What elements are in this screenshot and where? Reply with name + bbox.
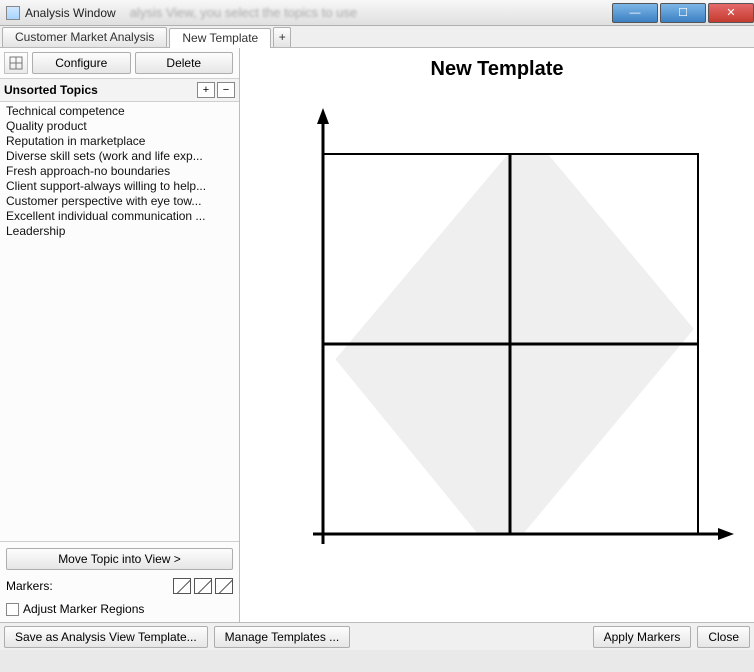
quadrant-chart [248,84,748,604]
adjust-marker-row[interactable]: Adjust Marker Regions [6,602,233,616]
move-topic-button[interactable]: Move Topic into View > [6,548,233,570]
chart-canvas[interactable]: New Template [240,48,754,622]
list-item[interactable]: Excellent individual communication ... [4,209,239,224]
app-icon [6,6,20,20]
list-item[interactable]: Quality product [4,119,239,134]
bottombar: Save as Analysis View Template... Manage… [0,622,754,650]
workarea: Configure Delete Unsorted Topics + − Tec… [0,48,754,622]
layout-icon[interactable] [4,52,28,74]
manage-templates-button[interactable]: Manage Templates ... [214,626,351,648]
marker-slot-3[interactable] [215,578,233,594]
apply-markers-button[interactable]: Apply Markers [593,626,692,648]
window-title: Analysis Window [25,6,116,20]
x-axis-arrow-icon [718,528,734,540]
sidebar: Configure Delete Unsorted Topics + − Tec… [0,48,240,622]
close-window-button[interactable]: ✕ [708,3,754,23]
markers-row: Markers: [6,578,233,594]
marker-slot-1[interactable] [173,578,191,594]
unsorted-topics-label: Unsorted Topics [4,83,98,97]
minimize-button[interactable]: — [612,3,658,23]
list-item[interactable]: Reputation in marketplace [4,134,239,149]
unsorted-topics-header: Unsorted Topics + − [0,78,239,102]
list-item[interactable]: Customer perspective with eye tow... [4,194,239,209]
background-text: alysis View, you select the topics to us… [130,5,357,20]
marker-slot-2[interactable] [194,578,212,594]
list-item[interactable]: Client support-always willing to help... [4,179,239,194]
sidebar-bottom: Move Topic into View > Markers: Adjust M… [0,541,239,622]
list-item[interactable]: Diverse skill sets (work and life exp... [4,149,239,164]
titlebar: Analysis Window alysis View, you select … [0,0,754,26]
list-item[interactable]: Leadership [4,224,239,239]
list-item[interactable]: Technical competence [4,104,239,119]
remove-topic-button[interactable]: − [217,82,235,98]
close-button[interactable]: Close [697,626,750,648]
list-item[interactable]: Fresh approach-no boundaries [4,164,239,179]
tabstrip: Customer Market Analysis New Template + [0,26,754,48]
window-controls: — ☐ ✕ [610,3,754,23]
adjust-marker-label: Adjust Marker Regions [23,602,144,616]
sidebar-toolbar: Configure Delete [0,48,239,78]
tab-customer-market-analysis[interactable]: Customer Market Analysis [2,27,167,47]
topic-list: Technical competence Quality product Rep… [0,102,239,541]
configure-button[interactable]: Configure [32,52,131,74]
tab-new-template[interactable]: New Template [169,28,271,48]
markers-label: Markers: [6,579,53,593]
chart-title: New Template [240,58,754,81]
save-template-button[interactable]: Save as Analysis View Template... [4,626,208,648]
add-topic-button[interactable]: + [197,82,215,98]
adjust-marker-checkbox[interactable] [6,603,19,616]
delete-button[interactable]: Delete [135,52,234,74]
y-axis-arrow-icon [317,108,329,124]
add-tab-button[interactable]: + [273,27,291,47]
maximize-button[interactable]: ☐ [660,3,706,23]
